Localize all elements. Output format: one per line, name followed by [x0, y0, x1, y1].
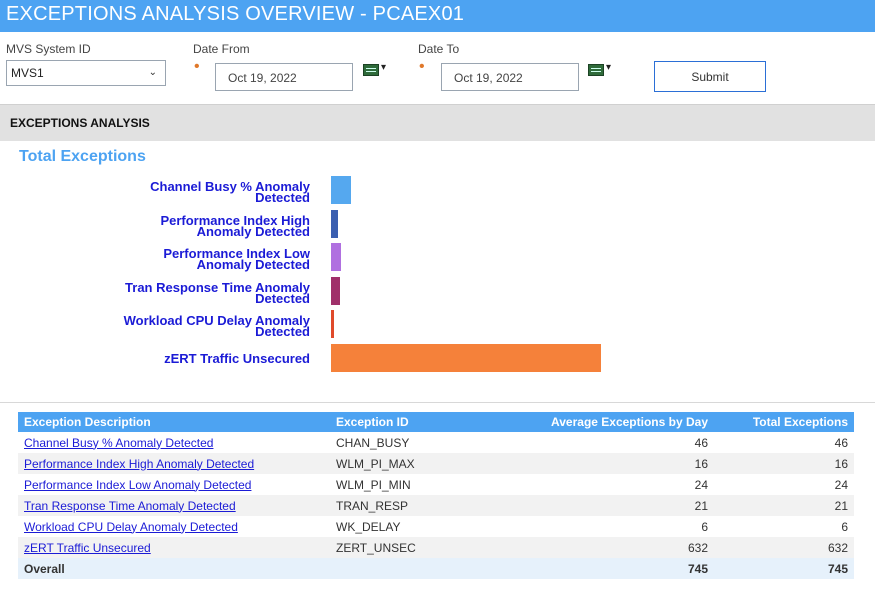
date-to-value: Oct 19, 2022 [454, 71, 523, 85]
table-cell: 21 [482, 495, 714, 516]
table-cell: 632 [482, 537, 714, 558]
date-to-input[interactable]: Oct 19, 2022 [441, 63, 579, 91]
caret-down-icon: ▾ [606, 62, 612, 73]
required-marker: • [194, 58, 200, 75]
table-cell: 16 [482, 453, 714, 474]
table-cell: Tran Response Time Anomaly Detected [18, 495, 330, 516]
table-header-row: Exception Description Exception ID Avera… [18, 412, 854, 432]
chevron-down-icon: ⌄ [148, 67, 157, 78]
table-cell: 16 [714, 453, 854, 474]
system-id-select[interactable]: MVS1 ⌄ [6, 60, 166, 86]
bar-label: zERT Traffic Unsecured [30, 350, 310, 366]
table-cell: zERT Traffic Unsecured [18, 537, 330, 558]
exceptions-table: Exception Description Exception ID Avera… [18, 412, 854, 579]
table-cell: 46 [834, 435, 848, 450]
exception-link[interactable]: Workload CPU Delay Anomaly Detected [24, 520, 238, 534]
date-from-calendar-button[interactable]: ▾ [363, 62, 391, 78]
total-cell: 745 [714, 558, 854, 579]
divider [0, 402, 875, 403]
submit-label: Submit [691, 70, 729, 84]
bar[interactable] [331, 276, 340, 305]
bar-label-line: zERT Traffic Unsecured [164, 350, 310, 366]
exception-link[interactable]: Channel Busy % Anomaly Detected [24, 436, 213, 450]
exception-link[interactable]: Performance Index High Anomaly Detected [24, 457, 254, 471]
table-cell: CHAN_BUSY [336, 435, 410, 450]
title-bar: EXCEPTIONS ANALYSIS OVERVIEW - PCAEX01 [0, 0, 875, 32]
bar-label: Performance Index Low Anomaly Detected [30, 247, 310, 271]
date-from-input[interactable]: Oct 19, 2022 [215, 63, 353, 91]
system-id-value: MVS1 [11, 66, 44, 80]
table-cell: Performance Index High Anomaly Detected [18, 453, 330, 474]
exception-link[interactable]: Performance Index Low Anomaly Detected [24, 478, 251, 492]
table-cell: 632 [714, 537, 854, 558]
submit-button[interactable]: Submit [654, 61, 766, 92]
date-to-label: Date To [418, 42, 460, 56]
table-cell: TRAN_RESP [330, 495, 482, 516]
bar[interactable] [331, 176, 351, 204]
table-cell: WK_DELAY [336, 519, 401, 534]
column-header[interactable]: Average Exceptions by Day [482, 412, 714, 432]
total-cell: Overall [18, 558, 330, 579]
table-cell: 24 [694, 477, 708, 492]
column-header[interactable]: Exception ID [330, 412, 482, 432]
section-header: EXCEPTIONS ANALYSIS [0, 104, 875, 141]
total-cell: 745 [482, 558, 714, 579]
table-cell: 6 [841, 519, 848, 534]
bar-label: Tran Response Time Anomaly Detected [30, 281, 310, 305]
table-cell: WLM_PI_MIN [336, 477, 411, 492]
table-row: Performance Index High Anomaly Detected W… [18, 453, 854, 474]
bar[interactable] [331, 209, 338, 238]
page-title: EXCEPTIONS ANALYSIS OVERVIEW - PCAEX01 [6, 3, 465, 25]
table-cell: Performance Index Low Anomaly Detected [18, 474, 330, 495]
exception-link[interactable]: Tran Response Time Anomaly Detected [24, 499, 236, 513]
required-marker: • [419, 58, 425, 75]
date-from-value: Oct 19, 2022 [228, 71, 297, 85]
table-row: Workload CPU Delay Anomaly Detected WK_DE… [18, 516, 854, 537]
table-row: Performance Index Low Anomaly Detected WL… [18, 474, 854, 495]
table-cell: 6 [701, 519, 708, 534]
bar-label: Channel Busy % Anomaly Detected [30, 180, 310, 204]
column-header[interactable]: Total Exceptions [714, 412, 854, 432]
exception-link[interactable]: zERT Traffic Unsecured [24, 541, 151, 555]
system-id-label: MVS System ID [6, 42, 91, 56]
table-total-row: Overall 745 745 [18, 558, 854, 579]
calendar-icon [363, 64, 379, 76]
bar[interactable] [331, 243, 342, 271]
table-cell: Workload CPU Delay Anomaly Detected [18, 516, 330, 537]
bar-label: Workload CPU Delay Anomaly Detected [30, 314, 310, 338]
date-to-calendar-button[interactable]: ▾ [588, 62, 616, 78]
table-cell: 46 [694, 435, 708, 450]
table-row: zERT Traffic Unsecured ZERT_UNSEC 632 632 [18, 537, 854, 558]
total-cell [330, 558, 482, 579]
bar[interactable] [331, 310, 334, 338]
table-row: Tran Response Time Anomaly Detected TRAN_… [18, 495, 854, 516]
table-cell: Channel Busy % Anomaly Detected [18, 432, 330, 453]
chart-title: Total Exceptions [19, 148, 146, 165]
calendar-icon [588, 64, 604, 76]
column-header[interactable]: Exception Description [18, 412, 330, 432]
bar-label: Performance Index High Anomaly Detected [30, 214, 310, 238]
table-cell: 24 [834, 477, 848, 492]
section-title: EXCEPTIONS ANALYSIS [10, 116, 150, 130]
table-cell: 21 [714, 495, 854, 516]
table-row: Channel Busy % Anomaly Detected CHAN_BUSY… [18, 432, 854, 453]
date-from-label: Date From [193, 42, 250, 56]
table-cell: WLM_PI_MAX [330, 453, 482, 474]
table-cell: ZERT_UNSEC [330, 537, 482, 558]
bar[interactable] [331, 343, 601, 372]
caret-down-icon: ▾ [381, 62, 387, 73]
